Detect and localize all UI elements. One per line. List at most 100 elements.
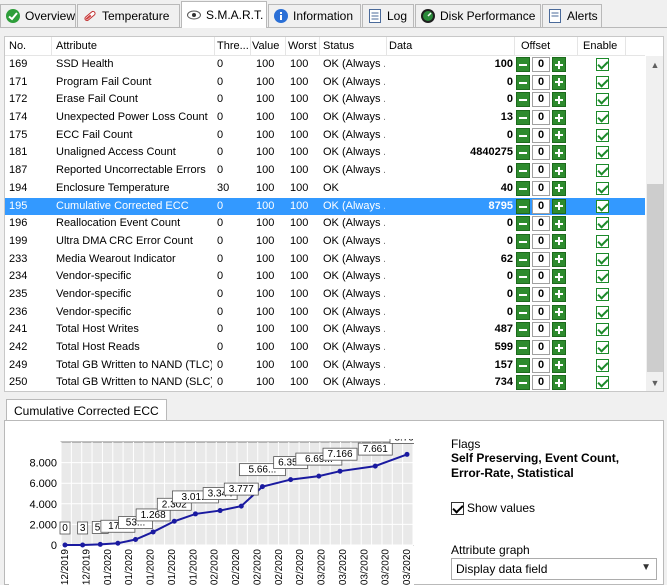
- enable-checkbox[interactable]: [596, 217, 609, 231]
- offset-stepper[interactable]: 0: [516, 269, 568, 285]
- offset-field[interactable]: 0: [532, 216, 550, 232]
- tab-alerts[interactable]: Alerts: [542, 4, 602, 27]
- col-header-status[interactable]: Status: [323, 40, 354, 52]
- minus-icon[interactable]: [516, 357, 530, 373]
- minus-icon[interactable]: [516, 251, 530, 267]
- table-row[interactable]: 196 Reallocation Event Count 0 100 100 OK (Al…: [5, 215, 645, 233]
- table-row[interactable]: 171 Program Fail Count 0 100 100 OK (Always .…: [5, 74, 645, 92]
- offset-field[interactable]: 0: [532, 340, 550, 355]
- minus-icon[interactable]: [516, 145, 530, 161]
- offset-stepper[interactable]: 0: [516, 74, 568, 90]
- offset-stepper[interactable]: 0: [516, 286, 568, 302]
- plus-icon[interactable]: [552, 357, 566, 373]
- col-header-threshold[interactable]: Thre...: [217, 40, 249, 52]
- minus-icon[interactable]: [516, 92, 530, 108]
- table-row[interactable]: 194 Enclosure Temperature 30 100 100 OK 40 0: [5, 180, 645, 198]
- offset-stepper[interactable]: 0: [516, 322, 568, 338]
- offset-stepper[interactable]: 0: [516, 216, 568, 232]
- enable-checkbox[interactable]: [596, 341, 609, 354]
- enable-checkbox[interactable]: [596, 128, 609, 142]
- offset-stepper[interactable]: 0: [516, 163, 568, 179]
- offset-field[interactable]: 0: [532, 163, 550, 179]
- col-header-attribute[interactable]: Attribute: [56, 40, 97, 52]
- offset-stepper[interactable]: 0: [516, 57, 568, 72]
- offset-field[interactable]: 0: [532, 357, 550, 373]
- offset-stepper[interactable]: 0: [516, 357, 568, 373]
- table-row[interactable]: 249 Total GB Written to NAND (TLC) 0 100 100…: [5, 357, 645, 375]
- offset-field[interactable]: 0: [532, 180, 550, 196]
- tab-smart[interactable]: S.M.A.R.T.: [181, 1, 267, 28]
- col-header-data[interactable]: Data: [389, 40, 412, 52]
- offset-stepper[interactable]: 0: [516, 180, 568, 196]
- list-scrollbar[interactable]: ▲ ▼: [646, 56, 663, 391]
- minus-icon[interactable]: [516, 198, 530, 214]
- plus-icon[interactable]: [552, 286, 566, 302]
- col-header-offset[interactable]: Offset: [521, 40, 550, 52]
- table-row[interactable]: 172 Erase Fail Count 0 100 100 OK (Always ...…: [5, 91, 645, 109]
- offset-field[interactable]: 0: [532, 286, 550, 302]
- enable-checkbox[interactable]: [596, 287, 609, 301]
- minus-icon[interactable]: [516, 375, 530, 391]
- minus-icon[interactable]: [516, 163, 530, 179]
- tab-disk-performance[interactable]: Disk Performance: [415, 4, 541, 27]
- offset-field[interactable]: 0: [532, 304, 550, 320]
- table-row[interactable]: 250 Total GB Written to NAND (SLC) 0 100 100…: [5, 374, 645, 391]
- table-row[interactable]: 236 Vendor-specific 0 100 100 OK (Always ... 0…: [5, 304, 645, 322]
- offset-stepper[interactable]: 0: [516, 251, 568, 267]
- enable-checkbox[interactable]: [596, 270, 609, 284]
- tab-attribute-detail[interactable]: Cumulative Corrected ECC: [6, 399, 167, 421]
- show-values-toggle[interactable]: Show values: [451, 501, 535, 515]
- col-header-value[interactable]: Value: [252, 40, 279, 52]
- table-row[interactable]: 174 Unexpected Power Loss Count 0 100 100 OK …: [5, 109, 645, 127]
- minus-icon[interactable]: [516, 216, 530, 232]
- tab-overview[interactable]: Overview: [0, 4, 76, 27]
- minus-icon[interactable]: [516, 233, 530, 249]
- minus-icon[interactable]: [516, 304, 530, 320]
- offset-stepper[interactable]: 0: [516, 340, 568, 355]
- table-row[interactable]: 234 Vendor-specific 0 100 100 OK (Always ... 0…: [5, 268, 645, 286]
- offset-field[interactable]: 0: [532, 92, 550, 108]
- plus-icon[interactable]: [552, 198, 566, 214]
- table-row[interactable]: 175 ECC Fail Count 0 100 100 OK (Always ... 0 0: [5, 127, 645, 145]
- attribute-graph-select[interactable]: Display data field ▼: [451, 558, 657, 580]
- minus-icon[interactable]: [516, 322, 530, 338]
- minus-icon[interactable]: [516, 57, 530, 72]
- table-row[interactable]: 169 SSD Health 0 100 100 OK (Always ... 100 0: [5, 56, 645, 74]
- minus-icon[interactable]: [516, 180, 530, 196]
- plus-icon[interactable]: [552, 251, 566, 267]
- enable-checkbox[interactable]: [596, 111, 609, 125]
- plus-icon[interactable]: [552, 92, 566, 108]
- enable-checkbox[interactable]: [596, 146, 609, 160]
- plus-icon[interactable]: [552, 340, 566, 355]
- plus-icon[interactable]: [552, 304, 566, 320]
- enable-checkbox[interactable]: [596, 75, 609, 89]
- enable-checkbox[interactable]: [596, 323, 609, 337]
- plus-icon[interactable]: [552, 57, 566, 72]
- table-row[interactable]: 195 Cumulative Corrected ECC 0 100 100 OK (Al…: [5, 197, 645, 216]
- enable-checkbox[interactable]: [596, 305, 609, 319]
- enable-checkbox[interactable]: [596, 58, 609, 71]
- enable-checkbox[interactable]: [596, 199, 609, 213]
- minus-icon[interactable]: [516, 110, 530, 126]
- smart-attribute-list[interactable]: No. Attribute Thre... Value Worst Status…: [4, 36, 664, 392]
- minus-icon[interactable]: [516, 74, 530, 90]
- offset-field[interactable]: 0: [532, 127, 550, 143]
- plus-icon[interactable]: [552, 145, 566, 161]
- plus-icon[interactable]: [552, 375, 566, 391]
- table-row[interactable]: 241 Total Host Writes 0 100 100 OK (Always ..…: [5, 321, 645, 339]
- minus-icon[interactable]: [516, 127, 530, 143]
- offset-field[interactable]: 0: [532, 198, 550, 214]
- offset-stepper[interactable]: 0: [516, 375, 568, 391]
- scroll-thumb[interactable]: [647, 184, 663, 372]
- table-row[interactable]: 199 Ultra DMA CRC Error Count 0 100 100 OK (A…: [5, 233, 645, 251]
- offset-stepper[interactable]: 0: [516, 110, 568, 126]
- table-row[interactable]: 242 Total Host Reads 0 100 100 OK (Always ...…: [5, 339, 645, 357]
- col-header-worst[interactable]: Worst: [288, 40, 317, 52]
- table-row[interactable]: 235 Vendor-specific 0 100 100 OK (Always ... 0…: [5, 286, 645, 304]
- offset-stepper[interactable]: 0: [516, 198, 568, 214]
- tab-information[interactable]: Information: [268, 4, 361, 27]
- plus-icon[interactable]: [552, 180, 566, 196]
- plus-icon[interactable]: [552, 216, 566, 232]
- table-row[interactable]: 233 Media Wearout Indicator 0 100 100 OK (Alw…: [5, 251, 645, 269]
- offset-field[interactable]: 0: [532, 110, 550, 126]
